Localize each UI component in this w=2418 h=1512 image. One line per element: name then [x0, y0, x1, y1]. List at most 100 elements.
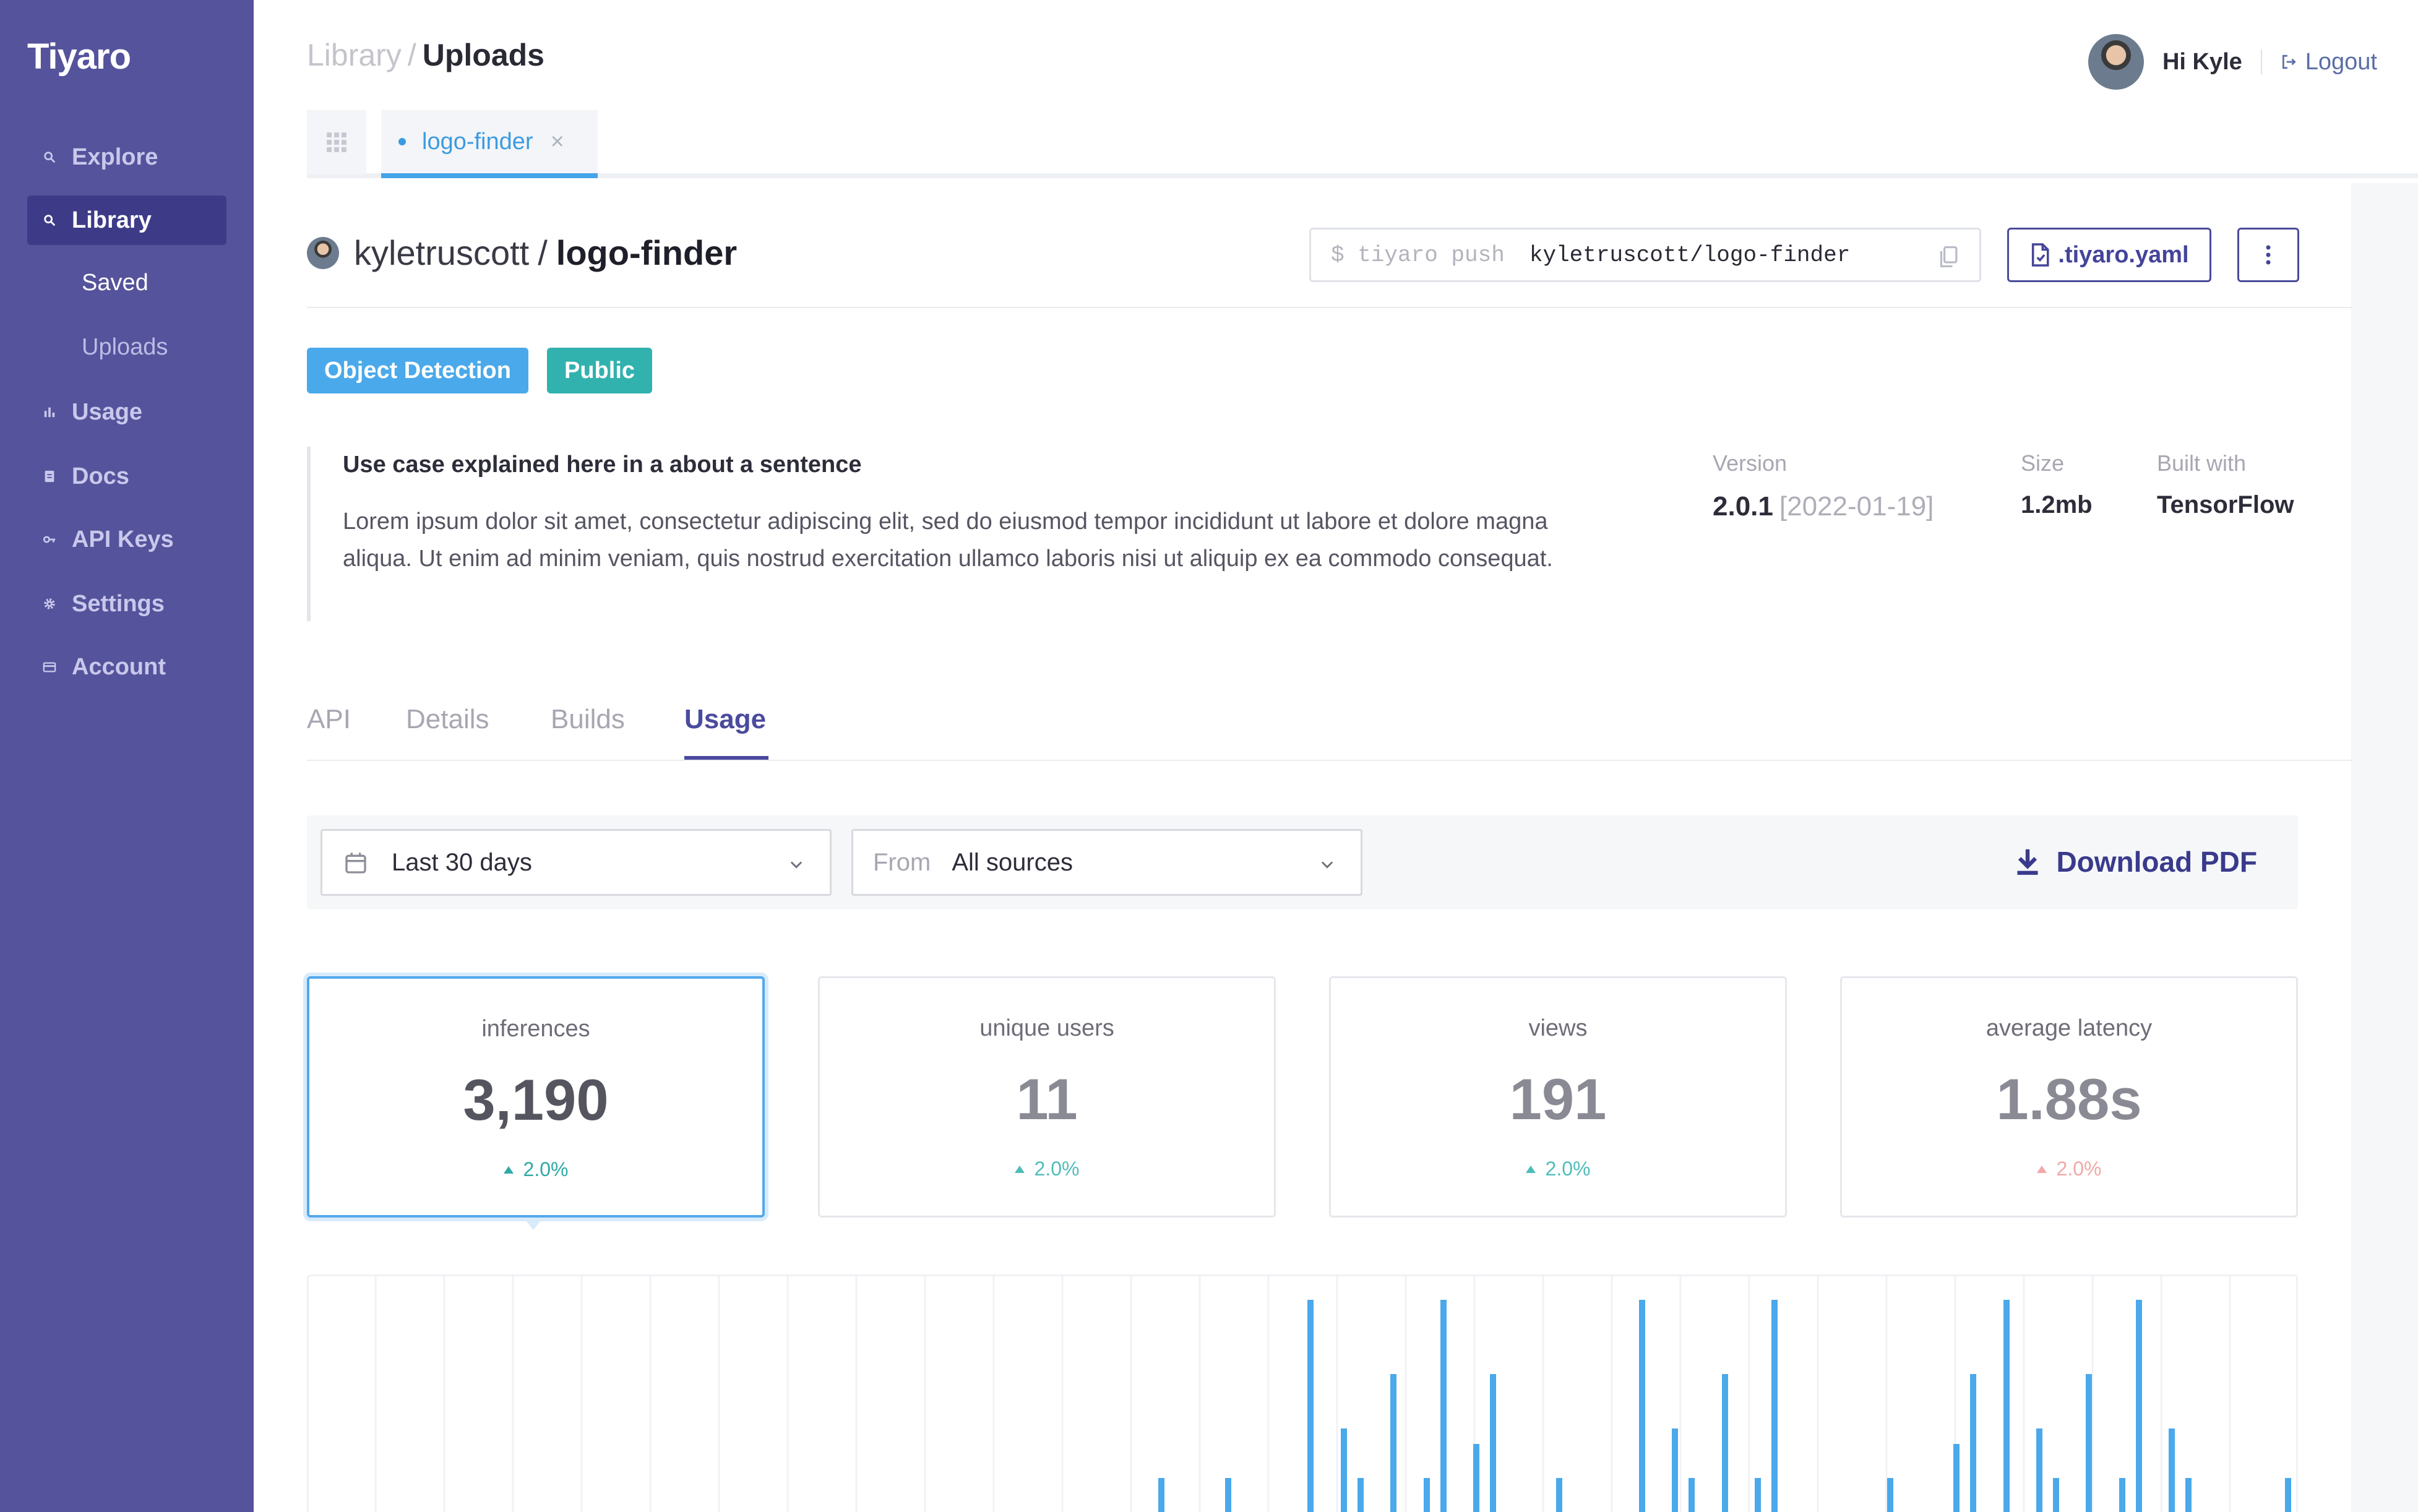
chart-bar[interactable] — [1755, 1478, 1761, 1512]
sidebar-item-settings[interactable]: Settings — [27, 579, 226, 629]
size-info: Size 1.2mb — [2021, 450, 2093, 519]
date-range-select[interactable]: Last 30 days — [321, 829, 832, 896]
chart-bar[interactable] — [1556, 1478, 1562, 1512]
chart-bar[interactable] — [2086, 1374, 2092, 1512]
chart-bar[interactable] — [1357, 1478, 1364, 1512]
key-icon — [42, 532, 57, 547]
stat-delta-value: 2.0% — [2056, 1158, 2102, 1180]
chart-bar[interactable] — [1225, 1478, 1231, 1512]
chart-bar[interactable] — [1953, 1444, 1960, 1512]
sidebar-item-library[interactable]: Library — [27, 195, 226, 245]
stat-value: 191 — [1509, 1067, 1607, 1132]
model-owner[interactable]: kyletruscott — [354, 233, 529, 273]
chart-bar[interactable] — [1771, 1300, 1778, 1512]
chart-bar[interactable] — [1490, 1374, 1496, 1512]
selected-card-pointer — [523, 1218, 543, 1230]
stat-delta: 2.0% — [1331, 1158, 1785, 1180]
chevron-down-icon — [1321, 861, 1333, 869]
usage-filter-bar: Last 30 days From All sources Download P… — [307, 815, 2298, 909]
close-icon[interactable]: × — [551, 129, 564, 155]
badge-public: Public — [547, 348, 653, 393]
command-prompt: $ tiyaro push — [1331, 242, 1505, 268]
breadcrumb-separator: / — [407, 38, 416, 72]
version-label: Version — [1713, 450, 1788, 476]
stat-value: 11 — [1016, 1067, 1078, 1132]
tab-builds[interactable]: Builds — [551, 704, 625, 735]
chart-bar[interactable] — [2036, 1428, 2042, 1512]
stat-value: 1.88s — [1996, 1067, 2142, 1132]
chart-bar[interactable] — [1440, 1300, 1447, 1512]
size-label: Size — [2021, 450, 2065, 476]
chart-bar[interactable] — [1158, 1478, 1164, 1512]
chart-bar[interactable] — [2119, 1478, 2125, 1512]
chart-bar[interactable] — [2285, 1478, 2291, 1512]
tab-usage[interactable]: Usage — [684, 704, 766, 735]
framework-info: Built with TensorFlow — [2157, 450, 2294, 519]
source-value: All sources — [952, 848, 1073, 876]
search-icon — [42, 150, 57, 165]
chart-bar[interactable] — [2003, 1300, 2010, 1512]
built-with-label: Built with — [2157, 450, 2247, 476]
breadcrumb-parent[interactable]: Library — [307, 38, 402, 72]
description-text: Lorem ipsum dolor sit amet, consectetur … — [343, 509, 1553, 572]
chart-bar[interactable] — [1307, 1300, 1314, 1512]
gear-icon — [42, 596, 57, 611]
chart-bar[interactable] — [2053, 1478, 2059, 1512]
model-title-separator: / — [538, 233, 548, 272]
trend-up-icon — [503, 1166, 514, 1174]
user-menu: Hi Kyle Logout — [2088, 32, 2377, 92]
model-title: kyletruscott / logo-finder — [307, 233, 737, 273]
model-description: Use case explained here in a about a sen… — [307, 447, 1606, 621]
sidebar-subitem-saved[interactable]: Saved — [82, 270, 148, 296]
stat-delta: 2.0% — [1842, 1158, 2296, 1180]
tab-api[interactable]: API — [307, 704, 351, 735]
stat-card-average-latency[interactable]: average latency 1.88s 2.0% — [1840, 976, 2298, 1218]
stat-card-unique-users[interactable]: unique users 11 2.0% — [818, 976, 1276, 1218]
brand-logo[interactable]: Tiyaro — [27, 36, 131, 77]
logout-button[interactable]: Logout — [2281, 49, 2377, 75]
chart-bar[interactable] — [2185, 1478, 2192, 1512]
chart-bar[interactable] — [2169, 1428, 2175, 1512]
chart-bar[interactable] — [1887, 1478, 1893, 1512]
command-value: kyletruscott/logo-finder — [1529, 242, 1851, 268]
tab-status-dot — [398, 138, 406, 145]
sidebar-item-api-keys[interactable]: API Keys — [27, 515, 226, 564]
push-command-field[interactable]: $ tiyaro push kyletruscott/logo-finder — [1309, 228, 1981, 282]
sidebar-item-usage[interactable]: Usage — [27, 387, 226, 437]
sidebar-item-label: Settings — [72, 590, 165, 617]
apps-grid-button[interactable] — [307, 110, 366, 174]
trend-up-icon — [1014, 1165, 1025, 1173]
chart-bar[interactable] — [1639, 1300, 1645, 1512]
chart-bar[interactable] — [2136, 1300, 2142, 1512]
yaml-config-button[interactable]: .tiyaro.yaml — [2007, 228, 2211, 282]
sidebar-item-explore[interactable]: Explore — [27, 132, 226, 182]
tab-logo-finder[interactable]: logo-finder × — [381, 110, 598, 178]
source-select[interactable]: From All sources — [851, 829, 1362, 896]
sidebar-item-account[interactable]: Account — [27, 642, 226, 692]
download-pdf-button[interactable]: Download PDF — [2015, 845, 2257, 878]
logout-icon — [2282, 54, 2296, 69]
usage-chart — [307, 1274, 2298, 1512]
chart-bar[interactable] — [1341, 1428, 1347, 1512]
chart-bar[interactable] — [1473, 1444, 1479, 1512]
chart-bar[interactable] — [1722, 1374, 1728, 1512]
stat-card-inferences[interactable]: inferences 3,190 2.0% — [307, 976, 765, 1218]
sidebar-item-docs[interactable]: Docs — [27, 452, 226, 501]
divider — [2260, 49, 2262, 74]
stat-card-views[interactable]: views 191 2.0% — [1329, 976, 1787, 1218]
download-label: Download PDF — [2056, 846, 2257, 878]
stat-delta-value: 2.0% — [523, 1158, 569, 1180]
chevron-down-icon — [790, 861, 802, 869]
calendar-icon — [345, 853, 366, 874]
copy-icon[interactable] — [1938, 246, 1958, 268]
avatar[interactable] — [2088, 34, 2144, 90]
chart-bar[interactable] — [1390, 1374, 1396, 1512]
chart-bar[interactable] — [1672, 1428, 1678, 1512]
chart-bar[interactable] — [1689, 1478, 1695, 1512]
chart-bar[interactable] — [1970, 1374, 1976, 1512]
tab-details[interactable]: Details — [406, 704, 489, 735]
sidebar-item-label: Docs — [72, 463, 129, 489]
chart-bar[interactable] — [1424, 1478, 1430, 1512]
more-options-button[interactable] — [2237, 228, 2299, 282]
sidebar-subitem-uploads[interactable]: Uploads — [82, 334, 168, 361]
